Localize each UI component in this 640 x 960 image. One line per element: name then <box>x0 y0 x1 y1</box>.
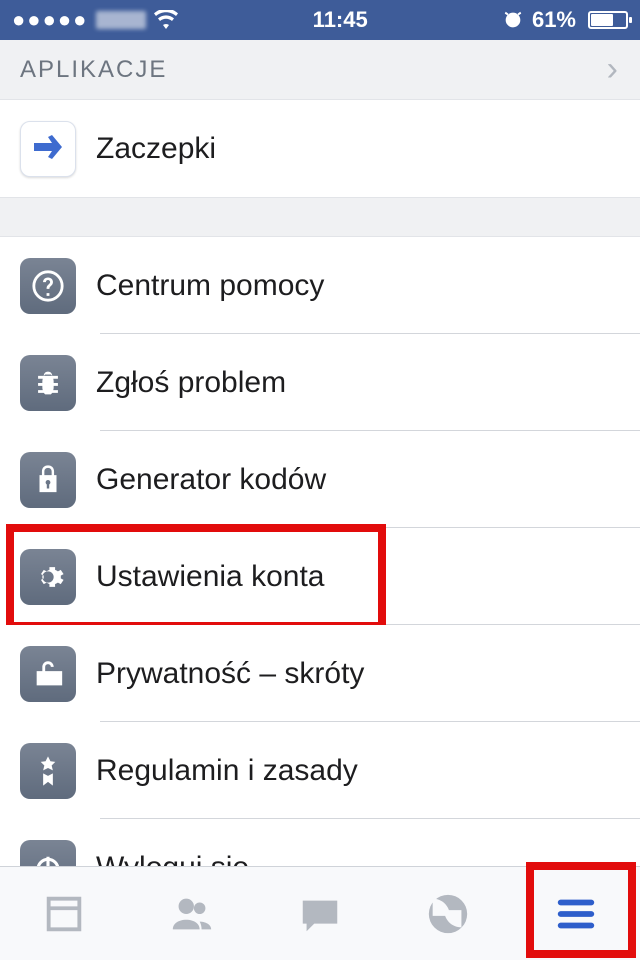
tab-messages[interactable] <box>256 867 384 960</box>
signal-dots-icon: ●●●●● <box>12 7 88 33</box>
status-bar: ●●●●● 11:45 61% <box>0 0 640 40</box>
battery-icon <box>584 11 628 29</box>
list-item-label: Zgłoś problem <box>96 366 286 400</box>
list-item-account-settings[interactable]: Ustawienia konta <box>0 528 640 625</box>
list-item-label: Zaczepki <box>96 132 216 166</box>
status-left: ●●●●● <box>12 7 178 33</box>
list-item-help[interactable]: Centrum pomocy <box>0 237 640 334</box>
list-item-label: Generator kodów <box>96 463 326 497</box>
poke-icon <box>20 121 76 177</box>
lock-icon <box>20 452 76 508</box>
battery-pct: 61% <box>532 7 576 33</box>
list-item-label: Prywatność – skróty <box>96 657 364 691</box>
list-item-terms[interactable]: Regulamin i zasady <box>0 722 640 819</box>
bug-icon <box>20 355 76 411</box>
section-header-label: APLIKACJE <box>20 56 167 84</box>
carrier-label <box>96 11 146 29</box>
list-item-report[interactable]: Zgłoś problem <box>0 334 640 431</box>
tab-bar <box>0 866 640 960</box>
tab-notifications[interactable] <box>384 867 512 960</box>
alarm-icon <box>502 9 524 31</box>
section-gap <box>0 197 640 237</box>
tab-feed[interactable] <box>0 867 128 960</box>
status-right: 61% <box>502 7 628 33</box>
status-time: 11:45 <box>313 7 368 33</box>
list-item-label: Regulamin i zasady <box>96 754 358 788</box>
badge-icon <box>20 743 76 799</box>
tab-menu[interactable] <box>512 867 640 960</box>
list-item-poke[interactable]: Zaczepki <box>0 100 640 197</box>
list-item-codegen[interactable]: Generator kodów <box>0 431 640 528</box>
question-icon <box>20 258 76 314</box>
list-item-label: Centrum pomocy <box>96 269 324 303</box>
padlock-icon <box>20 646 76 702</box>
section-header-apps[interactable]: APLIKACJE › <box>0 40 640 100</box>
wifi-icon <box>154 10 178 30</box>
list-item-privacy[interactable]: Prywatność – skróty <box>0 625 640 722</box>
gear-icon <box>20 549 76 605</box>
chevron-right-icon: › <box>607 50 620 89</box>
tab-friends[interactable] <box>128 867 256 960</box>
list-item-label: Ustawienia konta <box>96 560 324 594</box>
